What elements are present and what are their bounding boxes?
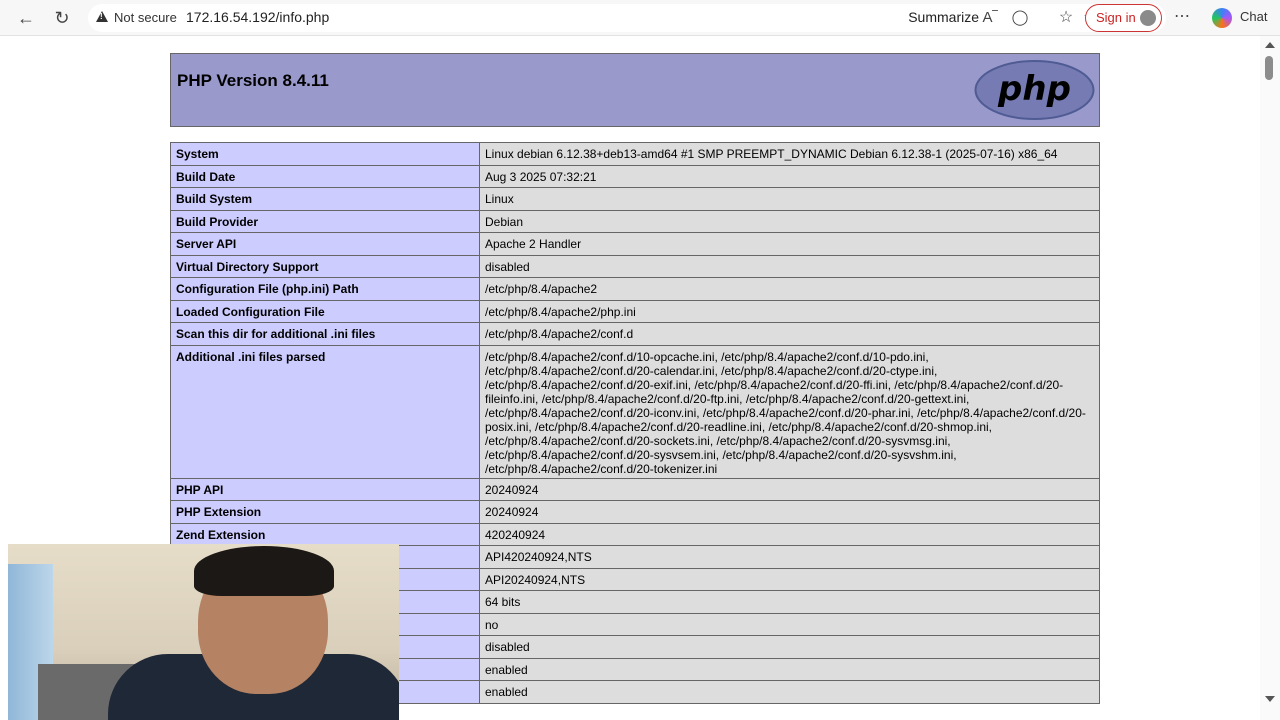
ini-file-line: /etc/php/8.4/apache2/conf.d/10-opcache.i… (485, 349, 929, 364)
table-row: Configuration File (php.ini) Path/etc/ph… (170, 277, 1100, 301)
table-row: PHP Extension 20240924 (170, 500, 1100, 524)
row-value: API20240924,NTS (479, 567, 1100, 591)
avatar-icon (1140, 10, 1156, 26)
row-value: /etc/php/8.4/apache2/conf.d/10-opcache.i… (479, 344, 1100, 479)
php-logo-text: php (997, 69, 1071, 109)
phpinfo-header: PHP Version 8.4.11 php (170, 53, 1100, 127)
row-key: PHP API (170, 477, 480, 501)
back-icon: ← (17, 8, 35, 28)
scroll-down-arrow-icon[interactable] (1265, 696, 1275, 702)
table-row: Build System Linux (170, 187, 1100, 211)
row-value: /etc/php/8.4/apache2/conf.d (479, 322, 1100, 346)
reload-button[interactable]: ↻ (49, 6, 75, 30)
table-row: Build Date Aug 3 2025 07:32:21 (170, 164, 1100, 188)
row-key: System (170, 142, 480, 166)
table-row: Virtual Directory Support disabled (170, 254, 1100, 278)
webcam-overlay (8, 544, 399, 720)
summarize-button[interactable]: Summarize (908, 9, 979, 25)
row-key: PHP Extension (170, 500, 480, 524)
favorites-icon[interactable]: ☆ (1056, 8, 1076, 28)
sign-in-button[interactable]: Sign in (1085, 4, 1162, 32)
row-key: Build Date (170, 164, 480, 188)
row-value: Aug 3 2025 07:32:21 (479, 164, 1100, 188)
row-value: Debian (479, 209, 1100, 233)
row-value: enabled (479, 657, 1100, 681)
table-row: System Linux debian 6.12.38+deb13-amd64 #… (170, 142, 1100, 166)
translate-icon[interactable]: ◯ (1010, 8, 1030, 28)
row-value: /etc/php/8.4/apache2/php.ini (479, 299, 1100, 323)
copilot-icon[interactable] (1212, 8, 1232, 28)
row-value: 20240924 (479, 500, 1100, 524)
row-value: Linux (479, 187, 1100, 211)
chat-button[interactable]: Chat (1240, 9, 1267, 24)
row-key: Configuration File (php.ini) Path (170, 277, 480, 301)
more-icon[interactable]: ⋯ (1172, 7, 1192, 27)
row-value: 20240924 (479, 477, 1100, 501)
url-text[interactable]: 172.16.54.192/info.php (186, 9, 329, 25)
ini-file-line: posix.ini, /etc/php/8.4/apache2/conf.d/2… (485, 419, 992, 434)
table-row: Server API Apache 2 Handler (170, 232, 1100, 256)
vertical-scrollbar[interactable] (1260, 36, 1280, 720)
browser-toolbar: ← ↻ Not secure 172.16.54.192/info.php Su… (0, 0, 1280, 36)
ini-file-line: /etc/php/8.4/apache2/conf.d/20-calendar.… (485, 363, 938, 378)
warning-icon (96, 11, 108, 22)
back-button[interactable]: ← (13, 6, 39, 30)
row-key: Virtual Directory Support (170, 254, 480, 278)
row-value: disabled (479, 254, 1100, 278)
ini-file-line: /etc/php/8.4/apache2/conf.d/20-exif.ini,… (485, 377, 1064, 392)
row-value: 420240924 (479, 522, 1100, 546)
address-bar[interactable]: Not secure 172.16.54.192/info.php Summar… (88, 4, 1166, 32)
table-row: Additional .ini files parsed/etc/php/8.4… (170, 344, 1100, 479)
php-logo[interactable]: php (974, 59, 1095, 121)
table-row: Loaded Configuration File/etc/php/8.4/ap… (170, 299, 1100, 323)
row-value: API420240924,NTS (479, 545, 1100, 569)
row-value: disabled (479, 635, 1100, 659)
table-row: PHP API 20240924 (170, 477, 1100, 501)
row-key: Loaded Configuration File (170, 299, 480, 323)
scroll-up-arrow-icon[interactable] (1265, 42, 1275, 48)
ini-file-line: /etc/php/8.4/apache2/conf.d/20-sysvsem.i… (485, 447, 957, 462)
row-value: Apache 2 Handler (479, 232, 1100, 256)
scroll-thumb[interactable] (1265, 56, 1273, 80)
ini-file-line: fileinfo.ini, /etc/php/8.4/apache2/conf.… (485, 391, 970, 406)
row-value: no (479, 612, 1100, 636)
ini-file-line: /etc/php/8.4/apache2/conf.d/20-sockets.i… (485, 433, 951, 448)
read-aloud-icon[interactable]: A‾ (980, 8, 1000, 28)
not-secure-label[interactable]: Not secure (114, 10, 177, 25)
row-key: Server API (170, 232, 480, 256)
ini-file-line: /etc/php/8.4/apache2/conf.d/20-iconv.ini… (485, 405, 1086, 420)
sign-in-label: Sign in (1096, 10, 1136, 25)
row-key: Zend Extension (170, 522, 480, 546)
row-value: Linux debian 6.12.38+deb13-amd64 #1 SMP … (479, 142, 1100, 166)
ini-file-line: /etc/php/8.4/apache2/conf.d/20-tokenizer… (485, 461, 718, 476)
row-key: Build System (170, 187, 480, 211)
row-key: Additional .ini files parsed (170, 344, 480, 479)
table-row: Zend Extension 420240924 (170, 522, 1100, 546)
row-key: Build Provider (170, 209, 480, 233)
row-value: 64 bits (479, 590, 1100, 614)
table-row: Scan this dir for additional .ini files /… (170, 322, 1100, 346)
row-value: enabled (479, 680, 1100, 704)
row-key: Scan this dir for additional .ini files (170, 322, 480, 346)
reload-icon: ↻ (54, 8, 70, 28)
row-value: /etc/php/8.4/apache2 (479, 277, 1100, 301)
page-title: PHP Version 8.4.11 (177, 71, 329, 90)
table-row: Build Provider Debian (170, 209, 1100, 233)
